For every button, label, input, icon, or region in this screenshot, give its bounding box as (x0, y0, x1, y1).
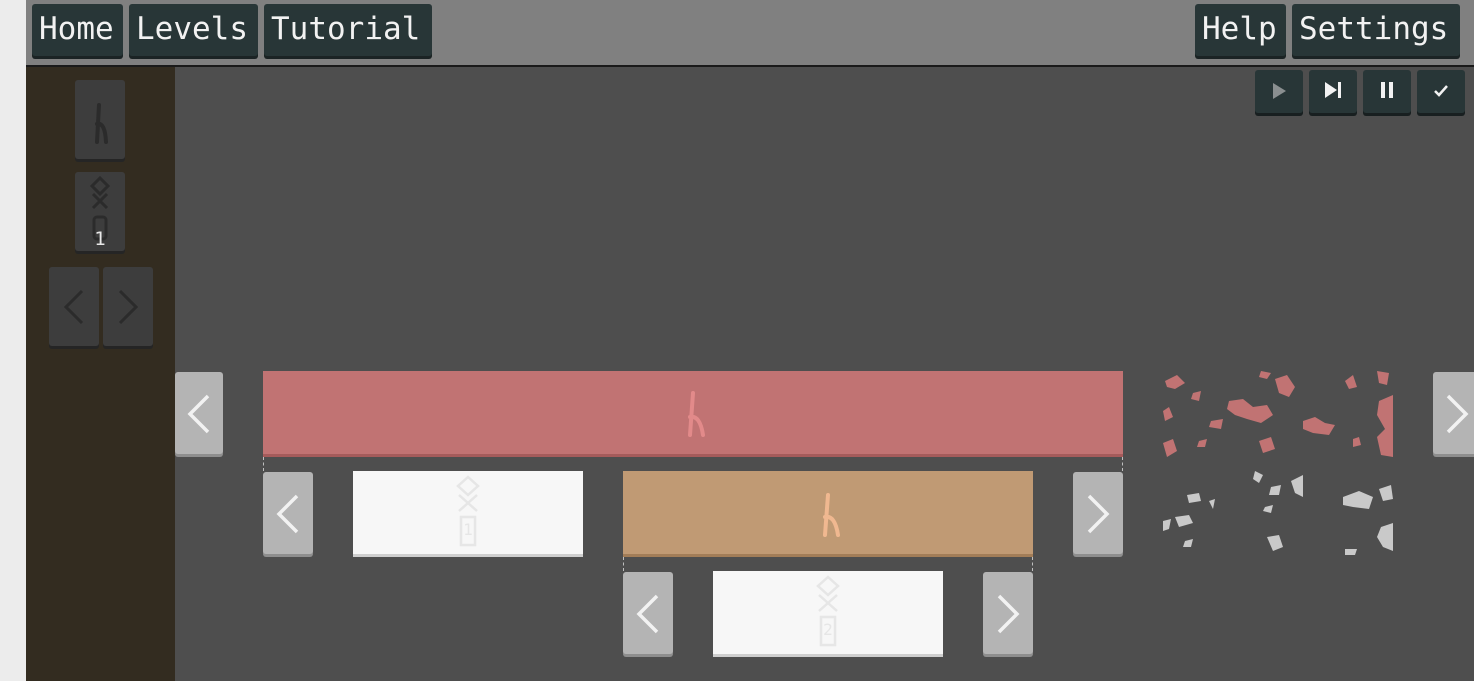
pause-button[interactable] (1363, 70, 1411, 113)
submit-button[interactable] (1417, 70, 1465, 113)
counter-value: 1 (463, 520, 473, 539)
row2-next-button[interactable] (1073, 472, 1123, 554)
row2-prev-button[interactable] (263, 472, 313, 554)
step-forward-icon (1325, 82, 1341, 98)
inventory-next-button[interactable] (103, 267, 153, 346)
chevron-right-icon (1087, 494, 1110, 534)
chevron-left-icon (63, 289, 84, 325)
pause-icon (1381, 82, 1393, 98)
home-button[interactable]: Home (32, 4, 123, 56)
help-button[interactable]: Help (1195, 4, 1286, 56)
levels-button[interactable]: Levels (129, 4, 258, 56)
chevron-left-icon (276, 494, 299, 534)
chevron-left-icon (187, 394, 210, 434)
inventory-counter-tile[interactable]: 1 (75, 172, 125, 251)
inventory-prev-button[interactable] (49, 267, 99, 346)
row3-prev-button[interactable] (623, 572, 673, 654)
rune-counter-icon (456, 475, 480, 547)
output-preview (1163, 371, 1393, 556)
settings-button[interactable]: Settings (1292, 4, 1460, 56)
chevron-right-icon (997, 594, 1020, 634)
texture-preview-icon (1163, 371, 1393, 555)
counter-value: 2 (823, 620, 833, 639)
row3-next-button[interactable] (983, 572, 1033, 654)
inventory-sidebar: 1 (26, 67, 175, 681)
step-button[interactable] (1309, 70, 1357, 113)
inventory-rune-tile[interactable] (75, 80, 125, 159)
top-menu-bar: Home Levels Tutorial Help Settings (26, 0, 1474, 67)
play-icon (1273, 83, 1286, 99)
play-button[interactable] (1255, 70, 1303, 113)
tutorial-button[interactable]: Tutorial (264, 4, 432, 56)
rune-counter-icon (816, 575, 840, 647)
row1-next-button[interactable] (1433, 372, 1474, 454)
chevron-left-icon (636, 594, 659, 634)
rune-symbol-icon (823, 493, 840, 537)
row1-rune-block[interactable] (263, 371, 1123, 457)
guide-line (263, 457, 264, 471)
row1-prev-button[interactable] (175, 372, 223, 454)
chevron-right-icon (118, 289, 139, 325)
check-icon (1434, 85, 1448, 97)
row2-counter-block[interactable]: 1 (353, 471, 583, 557)
rune-symbol-icon (688, 391, 705, 437)
row3-counter-block[interactable]: 2 (713, 571, 943, 657)
inventory-count: 1 (94, 228, 106, 250)
guide-line (1032, 557, 1033, 571)
row2-rune-block[interactable] (623, 471, 1033, 557)
rune-symbol-icon (95, 103, 108, 144)
game-window: Home Levels Tutorial Help Settings 1 1 2 (26, 0, 1474, 681)
guide-line (1122, 457, 1123, 471)
chevron-right-icon (1446, 394, 1469, 434)
guide-line (623, 557, 624, 571)
